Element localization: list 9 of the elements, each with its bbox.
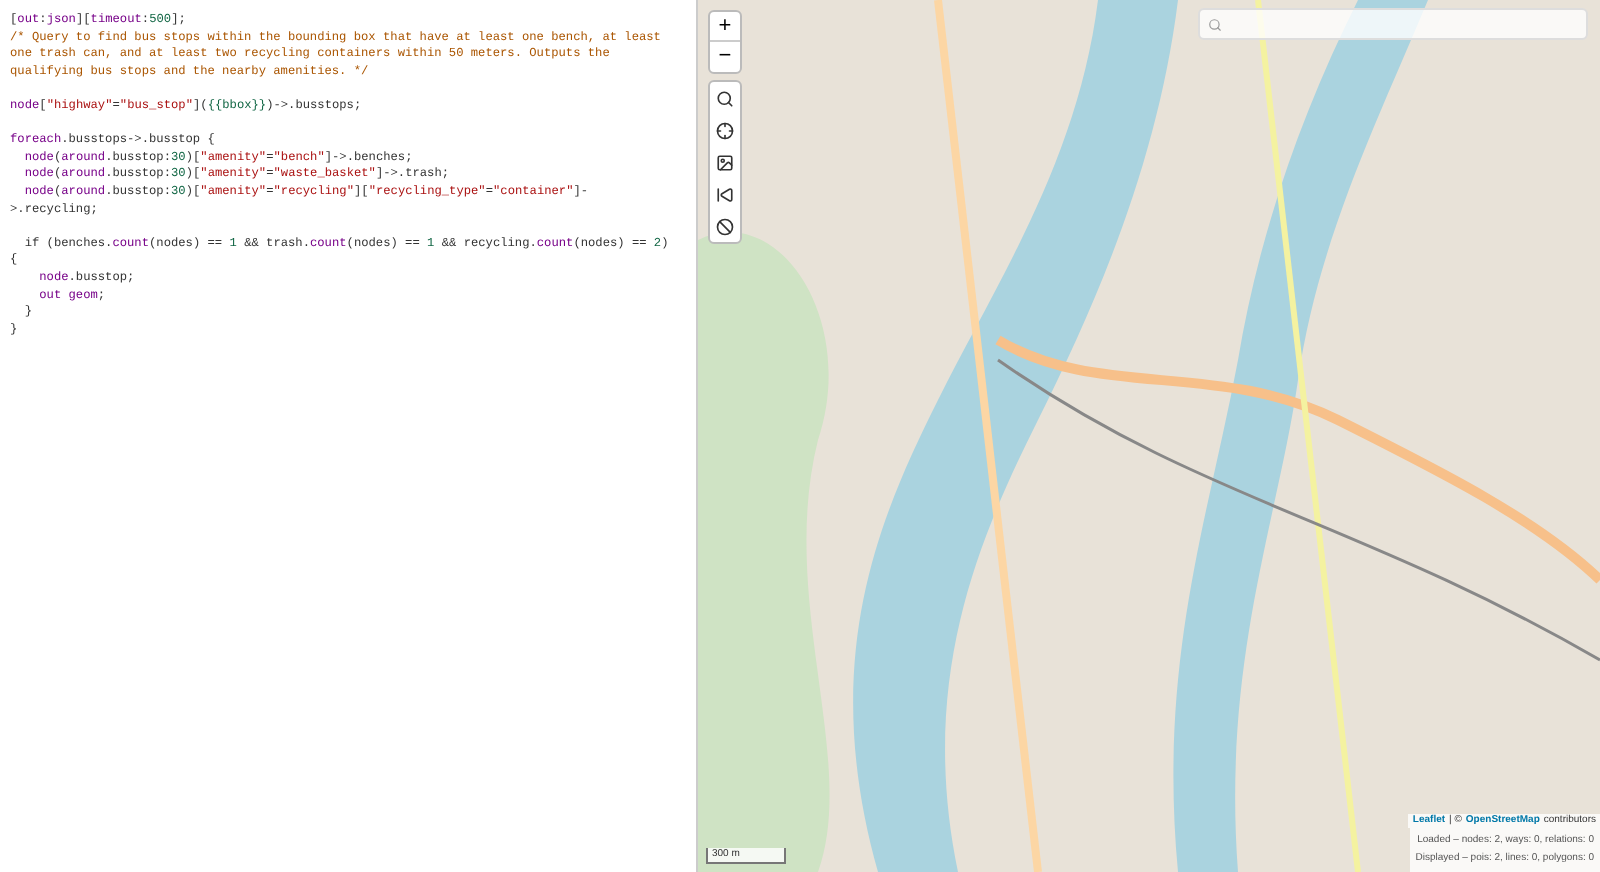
search-icon <box>716 89 734 107</box>
zoom-out-button[interactable]: − <box>710 42 740 72</box>
skip-icon <box>716 185 734 203</box>
image-icon <box>716 153 734 171</box>
crosshair-icon <box>716 121 734 139</box>
ban-icon <box>716 217 734 235</box>
search-icon <box>1208 17 1222 31</box>
zoom-in-button[interactable]: + <box>710 12 740 42</box>
search-field[interactable] <box>1198 8 1588 40</box>
